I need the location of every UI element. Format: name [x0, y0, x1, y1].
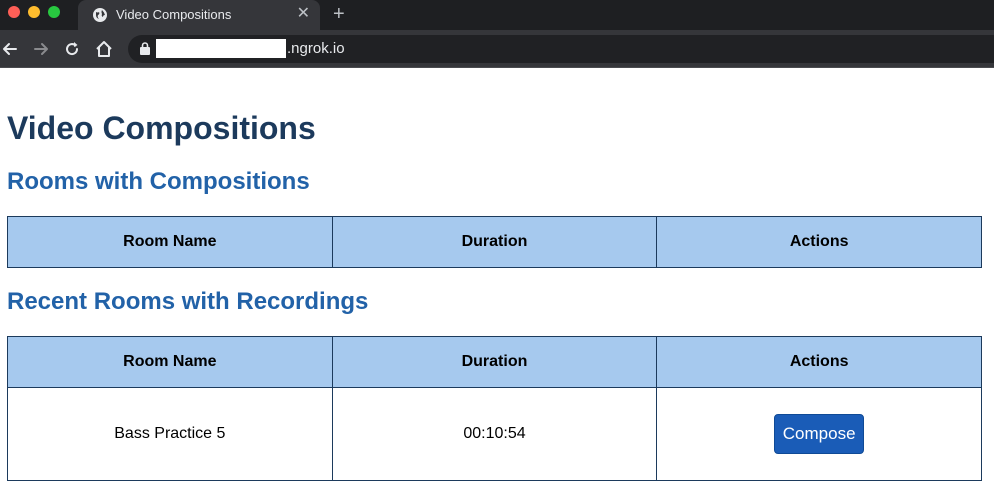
redacted-url-block: [156, 39, 286, 58]
column-header-room-name: Room Name: [7, 216, 333, 268]
compositions-table: Room Name Duration Actions: [7, 216, 982, 268]
reload-icon[interactable]: [62, 39, 82, 59]
new-tab-button[interactable]: +: [333, 3, 345, 25]
column-header-actions: Actions: [656, 216, 982, 268]
section-heading-compositions: Rooms with Compositions: [7, 168, 310, 195]
column-header-duration: Duration: [331, 336, 658, 388]
minimize-window-button[interactable]: [28, 6, 40, 18]
browser-tab-active[interactable]: Video Compositions ✕: [78, 0, 320, 30]
page-content: Video Compositions Rooms with Compositio…: [0, 68, 994, 481]
duration-cell: 00:10:54: [331, 387, 658, 481]
page-title: Video Compositions: [7, 110, 316, 146]
close-tab-icon[interactable]: ✕: [297, 5, 310, 23]
table-row: Bass Practice 5 00:10:54 Compose: [7, 387, 982, 481]
column-header-room-name: Room Name: [7, 336, 333, 388]
url-domain-text: .ngrok.io: [287, 40, 345, 57]
forward-arrow-icon[interactable]: [31, 39, 51, 59]
recordings-table: Room Name Duration Actions Bass Practice…: [7, 336, 982, 481]
table-header-row: Room Name Duration Actions: [7, 216, 982, 268]
back-arrow-icon[interactable]: [0, 39, 20, 59]
room-name-cell: Bass Practice 5: [7, 387, 333, 481]
browser-toolbar: .ngrok.io: [0, 30, 994, 68]
tab-title: Video Compositions: [116, 7, 232, 22]
browser-tab-strip: Video Compositions ✕ +: [0, 0, 994, 30]
column-header-duration: Duration: [331, 216, 658, 268]
close-window-button[interactable]: [8, 6, 20, 18]
column-header-actions: Actions: [656, 336, 982, 388]
maximize-window-button[interactable]: [48, 6, 60, 18]
globe-icon: [93, 8, 107, 22]
compose-button[interactable]: Compose: [774, 414, 865, 454]
address-bar[interactable]: .ngrok.io: [128, 35, 994, 63]
table-header-row: Room Name Duration Actions: [7, 336, 982, 388]
actions-cell: Compose: [656, 387, 982, 481]
home-icon[interactable]: [94, 39, 114, 59]
section-heading-recordings: Recent Rooms with Recordings: [7, 288, 369, 315]
lock-icon: [140, 42, 150, 55]
